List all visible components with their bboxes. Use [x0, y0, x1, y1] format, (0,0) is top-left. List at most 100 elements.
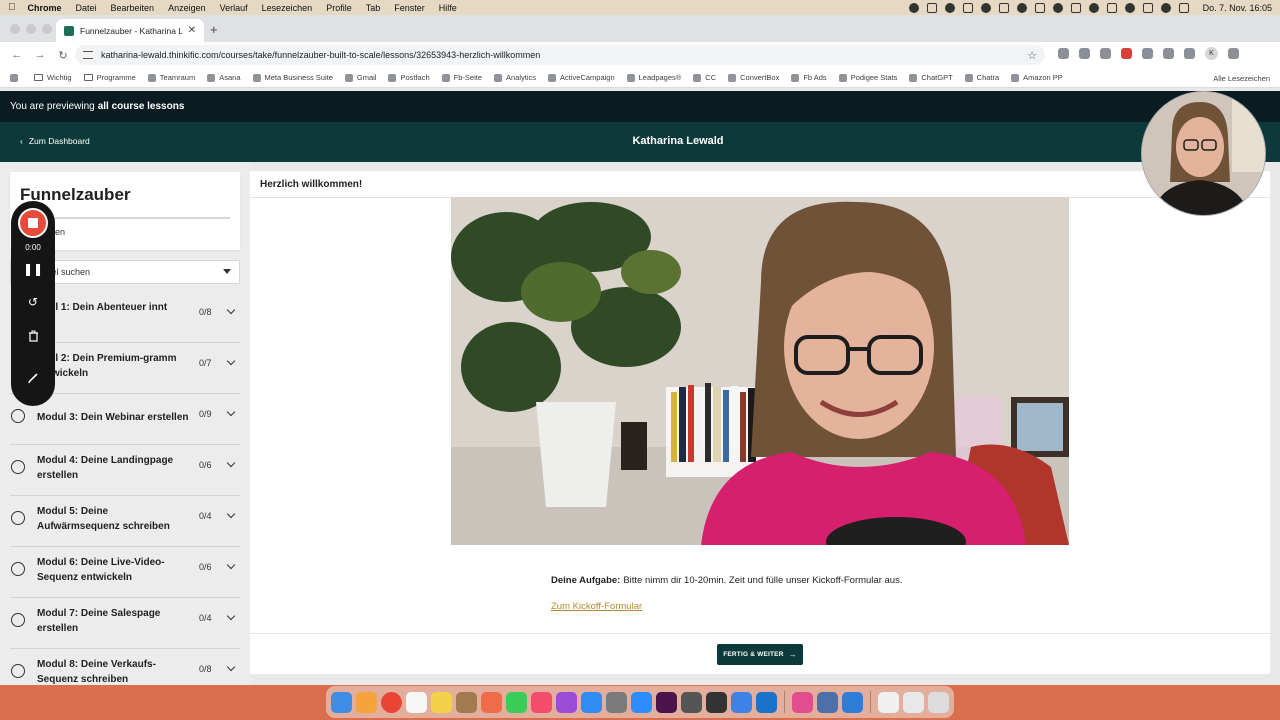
- calculator-icon[interactable]: [681, 691, 702, 713]
- forward-arrow-icon[interactable]: →: [31, 46, 49, 64]
- bookmark-star-icon[interactable]: ☆: [1027, 49, 1037, 62]
- menu-verlauf[interactable]: Verlauf: [220, 3, 248, 13]
- bookmark-item[interactable]: ChatGPT: [909, 73, 953, 82]
- downloads-icon[interactable]: [903, 691, 924, 713]
- bookmark-item[interactable]: Fb Ads: [791, 73, 827, 82]
- kebab-menu-icon[interactable]: [1228, 48, 1239, 59]
- address-bar[interactable]: katharina-lewald.thinkific.com/courses/t…: [75, 45, 1045, 65]
- menu-lesezeichen[interactable]: Lesezeichen: [262, 3, 313, 13]
- onepassword-icon[interactable]: [756, 691, 777, 713]
- control-center-icon[interactable]: [1142, 2, 1153, 13]
- battery-icon[interactable]: [1034, 2, 1045, 13]
- recorder-extension-icon[interactable]: [1121, 48, 1132, 59]
- new-tab-icon[interactable]: +: [210, 22, 218, 37]
- trash-dock-icon[interactable]: [928, 691, 949, 713]
- chevron-down-icon[interactable]: [226, 560, 236, 570]
- bookmark-item[interactable]: Chatra: [964, 73, 999, 82]
- menu-hilfe[interactable]: Hilfe: [439, 3, 457, 13]
- menubar-clock[interactable]: Do. 7. Nov. 16:05: [1203, 3, 1272, 13]
- gear-icon[interactable]: [944, 2, 955, 13]
- menu-bearbeiten[interactable]: Bearbeiten: [111, 3, 155, 13]
- bookmark-item[interactable]: ActiveCampaign: [548, 73, 615, 82]
- user-icon[interactable]: [1106, 2, 1117, 13]
- back-arrow-icon[interactable]: ←: [8, 46, 26, 64]
- chevron-down-icon[interactable]: [226, 509, 236, 519]
- pause-icon[interactable]: ❚❚: [23, 259, 43, 279]
- chevron-down-icon[interactable]: [226, 407, 236, 417]
- menu-datei[interactable]: Datei: [76, 3, 97, 13]
- app-s-dock-icon[interactable]: [842, 691, 863, 713]
- complete-and-continue-button[interactable]: FERTIG & WEITER →: [717, 644, 803, 665]
- script-editor-icon[interactable]: [706, 691, 727, 713]
- menubar-app-name[interactable]: Chrome: [28, 3, 62, 13]
- stop-recording-button[interactable]: [18, 208, 48, 238]
- bookmark-item[interactable]: Fb-Seite: [441, 73, 482, 82]
- chevron-down-icon[interactable]: [226, 305, 236, 315]
- messages-icon[interactable]: [506, 691, 527, 713]
- preview-icon[interactable]: [731, 691, 752, 713]
- chevron-down-icon[interactable]: [226, 458, 236, 468]
- bookmark-item[interactable]: Gmail: [344, 73, 376, 82]
- module-item[interactable]: Modul 6: Deine Live-Video-Sequenz entwic…: [10, 547, 240, 598]
- record-status-icon[interactable]: [1070, 2, 1081, 13]
- menu-anzeigen[interactable]: Anzeigen: [168, 3, 206, 13]
- webcam-bubble[interactable]: [1141, 91, 1266, 216]
- browser-tab-active[interactable]: Funnelzauber - Katharina Lew ✕: [56, 19, 204, 42]
- reload-icon[interactable]: ↻: [54, 46, 72, 64]
- close-tab-icon[interactable]: ✕: [188, 25, 196, 36]
- bookmark-folder[interactable]: Wichtig: [34, 73, 72, 82]
- launchpad-icon[interactable]: [356, 691, 377, 713]
- eyedropper-icon[interactable]: [1100, 48, 1111, 59]
- extension-2-icon[interactable]: [1079, 48, 1090, 59]
- bookmark-item[interactable]: Podigee Stats: [838, 73, 897, 82]
- module-item[interactable]: Modul 5: Deine Aufwärmsequenz schreiben …: [10, 496, 240, 547]
- folder-app-icon[interactable]: [456, 691, 477, 713]
- system-settings-icon[interactable]: [606, 691, 627, 713]
- music-icon[interactable]: [531, 691, 552, 713]
- trash-icon[interactable]: [23, 326, 43, 346]
- finder-icon[interactable]: [331, 691, 352, 713]
- slack-icon[interactable]: [656, 691, 677, 713]
- module-item[interactable]: Modul 4: Deine Landingpage erstellen 0/6: [10, 445, 240, 496]
- document-icon[interactable]: [878, 691, 899, 713]
- moon-icon[interactable]: [1088, 2, 1099, 13]
- bookmark-folder[interactable]: Programme: [83, 73, 136, 82]
- calendar-icon[interactable]: [406, 691, 427, 713]
- restart-icon[interactable]: ↺: [23, 292, 43, 312]
- site-settings-icon[interactable]: [83, 51, 93, 59]
- sidepanel-icon[interactable]: [1163, 48, 1174, 59]
- url-text[interactable]: katharina-lewald.thinkific.com/courses/t…: [101, 50, 1027, 60]
- clock-icon[interactable]: [1124, 2, 1135, 13]
- lesson-video[interactable]: [451, 197, 1069, 545]
- bookmark-item[interactable]: ConvertBox: [728, 73, 779, 82]
- apps-grid-icon[interactable]: [10, 73, 22, 82]
- pencil-icon[interactable]: [23, 368, 43, 388]
- apple-icon[interactable]: : [8, 2, 16, 13]
- screen-recorder-app-icon[interactable]: [792, 691, 813, 713]
- menu-profile[interactable]: Profile: [326, 3, 352, 13]
- bookmark-item[interactable]: Postfach: [388, 73, 430, 82]
- screenshots-icon[interactable]: [817, 691, 838, 713]
- extension-1-icon[interactable]: [1058, 48, 1069, 59]
- photos-icon[interactable]: [481, 691, 502, 713]
- chevron-down-icon[interactable]: [226, 611, 236, 621]
- minimize-window-icon[interactable]: [26, 24, 36, 34]
- bookmark-item[interactable]: Teamraum: [147, 73, 195, 82]
- bookmark-item[interactable]: Amazon PP: [1011, 73, 1063, 82]
- menu-fenster[interactable]: Fenster: [394, 3, 425, 13]
- app-s-icon[interactable]: [926, 2, 937, 13]
- wifi-icon[interactable]: [1052, 2, 1063, 13]
- eye-icon[interactable]: [998, 2, 1009, 13]
- all-bookmarks[interactable]: Alle Lesezeichen: [1213, 68, 1270, 88]
- bookmark-item[interactable]: Analytics: [494, 73, 536, 82]
- podcasts-icon[interactable]: [556, 691, 577, 713]
- bookmark-item[interactable]: Leadpages®: [626, 73, 681, 82]
- puzzle-extensions-icon[interactable]: [1142, 48, 1153, 59]
- bluetooth-icon[interactable]: [1016, 2, 1027, 13]
- sync-icon[interactable]: [980, 2, 991, 13]
- app-store-icon[interactable]: [581, 691, 602, 713]
- notes-icon[interactable]: [431, 691, 452, 713]
- bookmark-item[interactable]: Meta Business Suite: [252, 73, 333, 82]
- bookmark-item[interactable]: CC: [693, 73, 716, 82]
- close-window-icon[interactable]: [10, 24, 20, 34]
